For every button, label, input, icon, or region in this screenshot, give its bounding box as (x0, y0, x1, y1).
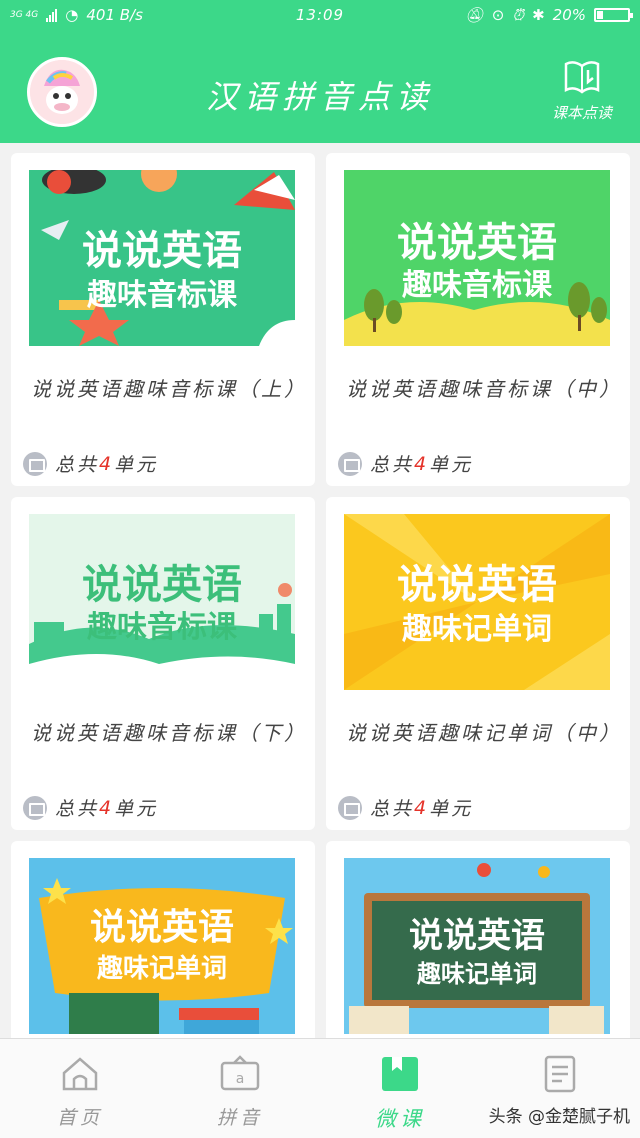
textbook-reading-label: 课本点读 (551, 104, 612, 122)
course-units: 总共 4 单元 (338, 794, 473, 821)
course-units: 总共 4 单元 (23, 450, 158, 477)
units-count: 4 (99, 796, 115, 819)
course-card[interactable]: 说说英语 趣味记单词 说说英语趣味记单词（中） 总共 4 单元 (326, 497, 630, 830)
banner-title: 说说英语 (409, 916, 545, 956)
tab-home[interactable]: 首页 (0, 1039, 160, 1138)
battery-percent: 20% (552, 6, 586, 24)
units-count: 4 (99, 452, 115, 475)
battery-icon (594, 8, 633, 22)
lock-rotation-icon: ⊙ (491, 6, 505, 24)
pinyin-icon: a (220, 1055, 260, 1091)
document-icon (544, 1055, 576, 1093)
svg-text:a: a (236, 1071, 245, 1087)
banner-subtitle: 趣味音标课 (402, 268, 552, 303)
watermark-text: 头条 @金楚腻子机 (488, 1107, 630, 1127)
book-icon (23, 795, 47, 820)
banner-title: 说说英语 (89, 907, 234, 948)
course-banner: 说说英语 趣味音标课 (29, 514, 295, 690)
bluetooth-icon: ✱ (532, 6, 545, 24)
course-grid: 说说英语 趣味音标课 说说英语趣味音标课（上） 总共 4 单元 说说英语 趣味音… (0, 143, 640, 1038)
units-suffix: 单元 (429, 798, 474, 820)
banner-title: 说说英语 (397, 562, 557, 608)
course-banner: 说说英语 趣味记单词 (344, 514, 610, 690)
course-name: 说说英语趣味音标课（上） (31, 377, 307, 401)
book-icon (338, 451, 362, 476)
units-prefix: 总共 (370, 454, 415, 476)
course-card[interactable]: 说说英语 趣味记单词 (326, 841, 630, 1038)
app-header: 汉语拼音点读 课本点读 (0, 30, 640, 143)
open-book-icon (564, 61, 600, 94)
status-bar: 3G 4G ◔ 401 B/s 13:09 🔕︎ ⊙ ⏰︎ ✱ 20% (0, 0, 640, 30)
units-count: 4 (414, 796, 430, 819)
tab-micro-lesson[interactable]: 微课 (320, 1039, 480, 1138)
course-card[interactable]: 说说英语 趣味音标课 说说英语趣味音标课（上） 总共 4 单元 (11, 153, 315, 486)
micro-lesson-icon (382, 1057, 418, 1091)
course-card[interactable]: 说说英语 趣味音标课 说说英语趣味音标课（中） 总共 4 单元 (326, 153, 630, 486)
course-banner: 说说英语 趣味音标课 (29, 170, 295, 346)
book-icon (23, 451, 47, 476)
tab-micro-lesson-label: 微课 (375, 1107, 425, 1131)
course-card[interactable]: 说说英语 趣味音标课 说说英语趣味音标课（下） 总共 4 单元 (11, 497, 315, 830)
tab-pinyin-label: 拼音 (216, 1107, 263, 1129)
banner-subtitle: 趣味音标课 (87, 278, 237, 313)
course-banner: 说说英语 趣味记单词 (344, 858, 610, 1034)
mute-icon: 🔕︎ (464, 6, 484, 24)
units-count: 4 (414, 452, 430, 475)
banner-subtitle: 趣味记单词 (96, 954, 227, 984)
units-suffix: 单元 (114, 798, 159, 820)
textbook-reading-button[interactable]: 课本点读 (542, 60, 622, 123)
units-prefix: 总共 (55, 454, 100, 476)
banner-subtitle: 趣味记单词 (417, 960, 537, 988)
course-name: 说说英语趣味音标课（中） (346, 377, 622, 401)
tab-home-label: 首页 (56, 1107, 103, 1129)
home-icon (62, 1057, 98, 1091)
course-card[interactable]: 说说英语 趣味记单词 (11, 841, 315, 1038)
units-suffix: 单元 (114, 454, 159, 476)
course-name: 说说英语趣味音标课（下） (31, 721, 307, 745)
units-suffix: 单元 (429, 454, 474, 476)
course-banner: 说说英语 趣味记单词 (29, 858, 295, 1034)
alarm-icon: ⏰︎ (512, 6, 525, 24)
book-icon (338, 795, 362, 820)
units-prefix: 总共 (55, 798, 100, 820)
units-prefix: 总共 (370, 798, 415, 820)
course-units: 总共 4 单元 (23, 794, 158, 821)
course-name: 说说英语趣味记单词（中） (346, 721, 622, 745)
tab-pinyin[interactable]: a 拼音 (160, 1039, 320, 1138)
course-units: 总共 4 单元 (338, 450, 473, 477)
banner-title: 说说英语 (82, 228, 242, 274)
banner-subtitle: 趣味音标课 (87, 610, 237, 645)
banner-subtitle: 趣味记单词 (402, 612, 552, 647)
course-banner: 说说英语 趣味音标课 (344, 170, 610, 346)
